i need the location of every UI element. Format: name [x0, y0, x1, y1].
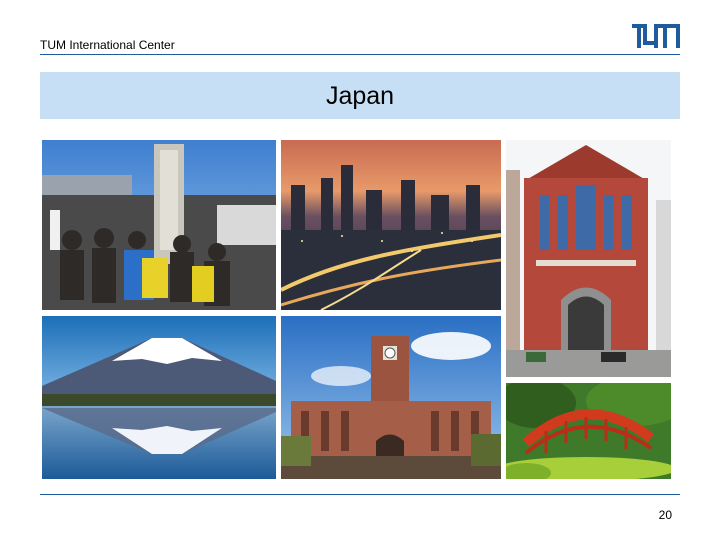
- tum-logo: [632, 24, 680, 48]
- header-org-name: TUM International Center: [40, 38, 175, 52]
- footer-rule: [40, 494, 680, 495]
- photo-fuji-reflection: [42, 316, 276, 479]
- photo-yasuda-hall: [281, 316, 501, 479]
- header-rule: [40, 54, 680, 55]
- title-band: Japan: [40, 72, 680, 119]
- slide-title: Japan: [325, 82, 395, 110]
- photo-tokyo-skyline: [281, 140, 501, 310]
- page-number: 20: [658, 508, 672, 522]
- photo-red-bridge: [506, 383, 671, 479]
- photo-keio-library: [506, 140, 671, 377]
- photo-fuji-summit-group: [42, 140, 276, 310]
